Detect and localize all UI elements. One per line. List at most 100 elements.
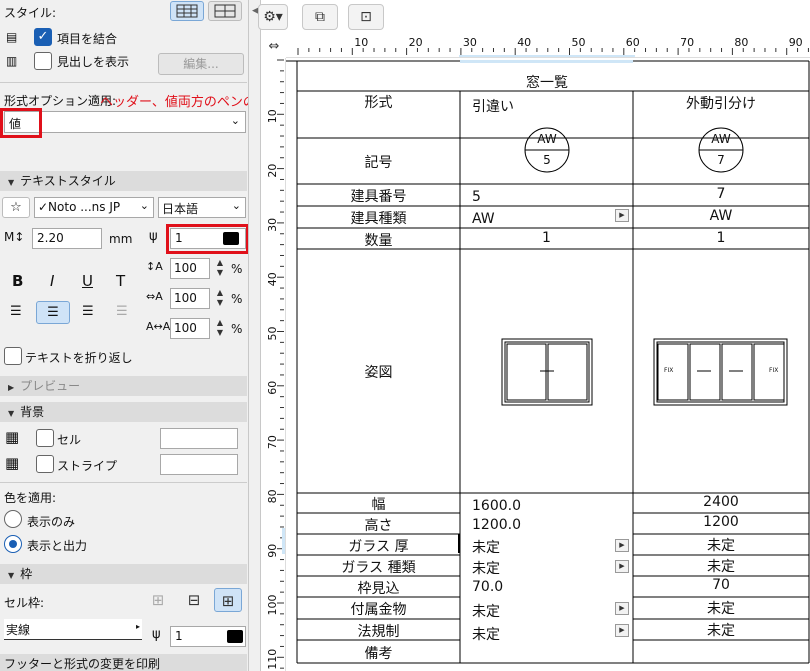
- edit-button[interactable]: 編集...: [158, 53, 244, 75]
- cell-value: 未定: [707, 623, 735, 639]
- symbol-bottom-text: 5: [543, 153, 551, 167]
- cell-value: AW: [472, 211, 495, 227]
- ruler-label: 30: [266, 218, 279, 232]
- ruler-label: 80: [266, 489, 279, 503]
- spacing-stepper-3[interactable]: ▲ ▼: [214, 318, 226, 340]
- chevron-down-icon: ⌄: [230, 114, 240, 127]
- frame-pen-icon: ψ: [152, 627, 161, 642]
- chevron-right-icon: ▸: [135, 622, 140, 631]
- style-table-button[interactable]: [170, 1, 204, 21]
- ruler-label: 40: [517, 36, 531, 49]
- bold-button[interactable]: B: [12, 272, 23, 290]
- text-cursor: [458, 534, 460, 553]
- row-label: 高さ: [364, 517, 393, 534]
- row-label: 建具種類: [350, 211, 407, 227]
- style-grid-button[interactable]: [208, 1, 242, 21]
- radio-display-output[interactable]: [4, 535, 22, 553]
- frame-pen-input[interactable]: 1: [170, 626, 246, 647]
- cell-value: 70.0: [472, 579, 504, 595]
- cell-value: 5: [472, 189, 481, 205]
- percent-label: %: [231, 262, 243, 276]
- ruler-label: 110: [266, 649, 279, 670]
- row-label: ガラス 種類: [341, 559, 416, 576]
- cell-bg-color[interactable]: [160, 428, 238, 449]
- cell-value: 1200: [703, 514, 739, 530]
- cell-value: 未定: [707, 559, 735, 575]
- frame-pen-color-swatch[interactable]: [227, 630, 243, 643]
- style-label: スタイル:: [4, 6, 57, 20]
- merge-icon: ▤: [6, 30, 18, 44]
- preview-section-header[interactable]: ▶ プレビュー: [0, 376, 247, 396]
- text-style-section-header[interactable]: ▼ テキストスタイル: [0, 171, 247, 191]
- select-mode-button[interactable]: ⧉: [302, 4, 338, 30]
- strikethrough-button[interactable]: T: [116, 272, 125, 290]
- panel-splitter[interactable]: ◀: [249, 0, 261, 671]
- elevation-1-sash-right: [547, 343, 588, 401]
- font-select[interactable]: ✓Noto ...ns JP ⌄: [34, 197, 154, 218]
- cell-menu-arrow-icon[interactable]: ▶: [615, 560, 629, 573]
- cell-menu-arrow-icon[interactable]: ▶: [615, 539, 629, 552]
- favorite-icon[interactable]: ☆: [2, 197, 30, 218]
- line-type-select[interactable]: 実線 ▸: [4, 619, 142, 640]
- background-header-label: 背景: [20, 405, 45, 419]
- ruler-label: 20: [409, 36, 423, 49]
- row-label: 姿図: [364, 365, 393, 381]
- spacing-input-3[interactable]: 100: [170, 318, 210, 339]
- annotation-text: ヘッダー、値両方のペンの色を変更します。: [100, 95, 248, 110]
- spacing-stepper-2[interactable]: ▲ ▼: [214, 288, 226, 310]
- ruler-label: 70: [680, 36, 694, 49]
- cell-value: 7: [716, 186, 726, 202]
- cell-menu-arrow-icon[interactable]: ▶: [615, 209, 629, 222]
- highlight-format-select: [0, 108, 42, 138]
- cell-bg-checkbox[interactable]: [36, 429, 54, 447]
- frame-pen-value: 1: [175, 629, 183, 643]
- cell-menu-arrow-icon[interactable]: ▶: [615, 602, 629, 615]
- footer-section-header[interactable]: フッターと形式の変更を印刷: [0, 654, 247, 671]
- settings-gear-button[interactable]: ⚙︎▾: [258, 4, 288, 30]
- ruler-label: 80: [734, 36, 748, 49]
- align-right-icon[interactable]: ☰: [82, 304, 94, 319]
- row-label: 建具番号: [350, 189, 407, 205]
- elevation-1-sash-left: [506, 343, 547, 401]
- underline-button[interactable]: U: [82, 272, 93, 290]
- elevation-side-label: FIX: [664, 367, 674, 374]
- frame-none-icon[interactable]: ⊞: [144, 588, 172, 612]
- background-section-header[interactable]: ▼ 背景: [0, 402, 247, 422]
- spacing-stepper-1[interactable]: ▲ ▼: [214, 258, 226, 280]
- language-select[interactable]: 日本語 ⌄: [158, 197, 246, 218]
- font-value: ✓Noto ...ns JP: [38, 200, 121, 214]
- frame-section-header[interactable]: ▼ 枠: [0, 564, 247, 584]
- row-label: 幅: [371, 497, 386, 513]
- headings-checkbox[interactable]: [34, 52, 52, 70]
- ruler-label: 50: [266, 327, 279, 341]
- pen-icon: ψ: [149, 229, 158, 244]
- ruler-label: 10: [266, 109, 279, 123]
- char-spacing-icon: A↔A: [146, 320, 171, 333]
- align-justify-icon[interactable]: ☰: [116, 304, 128, 319]
- frame-outer-icon[interactable]: ⊟: [180, 588, 208, 612]
- merge-checkbox[interactable]: ✓: [34, 28, 52, 46]
- symbol-top-text: AW: [537, 132, 557, 146]
- italic-button[interactable]: I: [50, 272, 54, 290]
- symbol-top-text: AW: [711, 132, 731, 146]
- align-left-icon[interactable]: ☰: [10, 304, 22, 319]
- align-center-button[interactable]: ☰: [36, 301, 70, 324]
- toolbar: ⚙︎▾ ⧉ ⊡: [258, 0, 810, 34]
- percent-label: %: [231, 292, 243, 306]
- spacing-input-2[interactable]: 100: [170, 288, 210, 309]
- frame-all-icon[interactable]: ⊞: [214, 588, 242, 612]
- zoom-fit-button[interactable]: ⊡: [348, 4, 384, 30]
- cell-menu-arrow-icon[interactable]: ▶: [615, 624, 629, 637]
- spacing-input-1[interactable]: 100: [170, 258, 210, 279]
- stripe-icon: ▦: [5, 454, 20, 472]
- radio-display-only[interactable]: [4, 510, 22, 528]
- elevation-2-panel: [689, 343, 721, 401]
- ruler-corner-icon[interactable]: ⇔: [262, 36, 286, 58]
- stripe-color[interactable]: [160, 454, 238, 475]
- wrap-text-checkbox[interactable]: [4, 347, 22, 365]
- headings-icon: ▥: [6, 54, 18, 68]
- cell-value: 未定: [472, 540, 500, 556]
- elevation-1-inner: [504, 341, 590, 403]
- stripe-checkbox[interactable]: [36, 455, 54, 473]
- text-size-input[interactable]: 2.20: [32, 228, 102, 249]
